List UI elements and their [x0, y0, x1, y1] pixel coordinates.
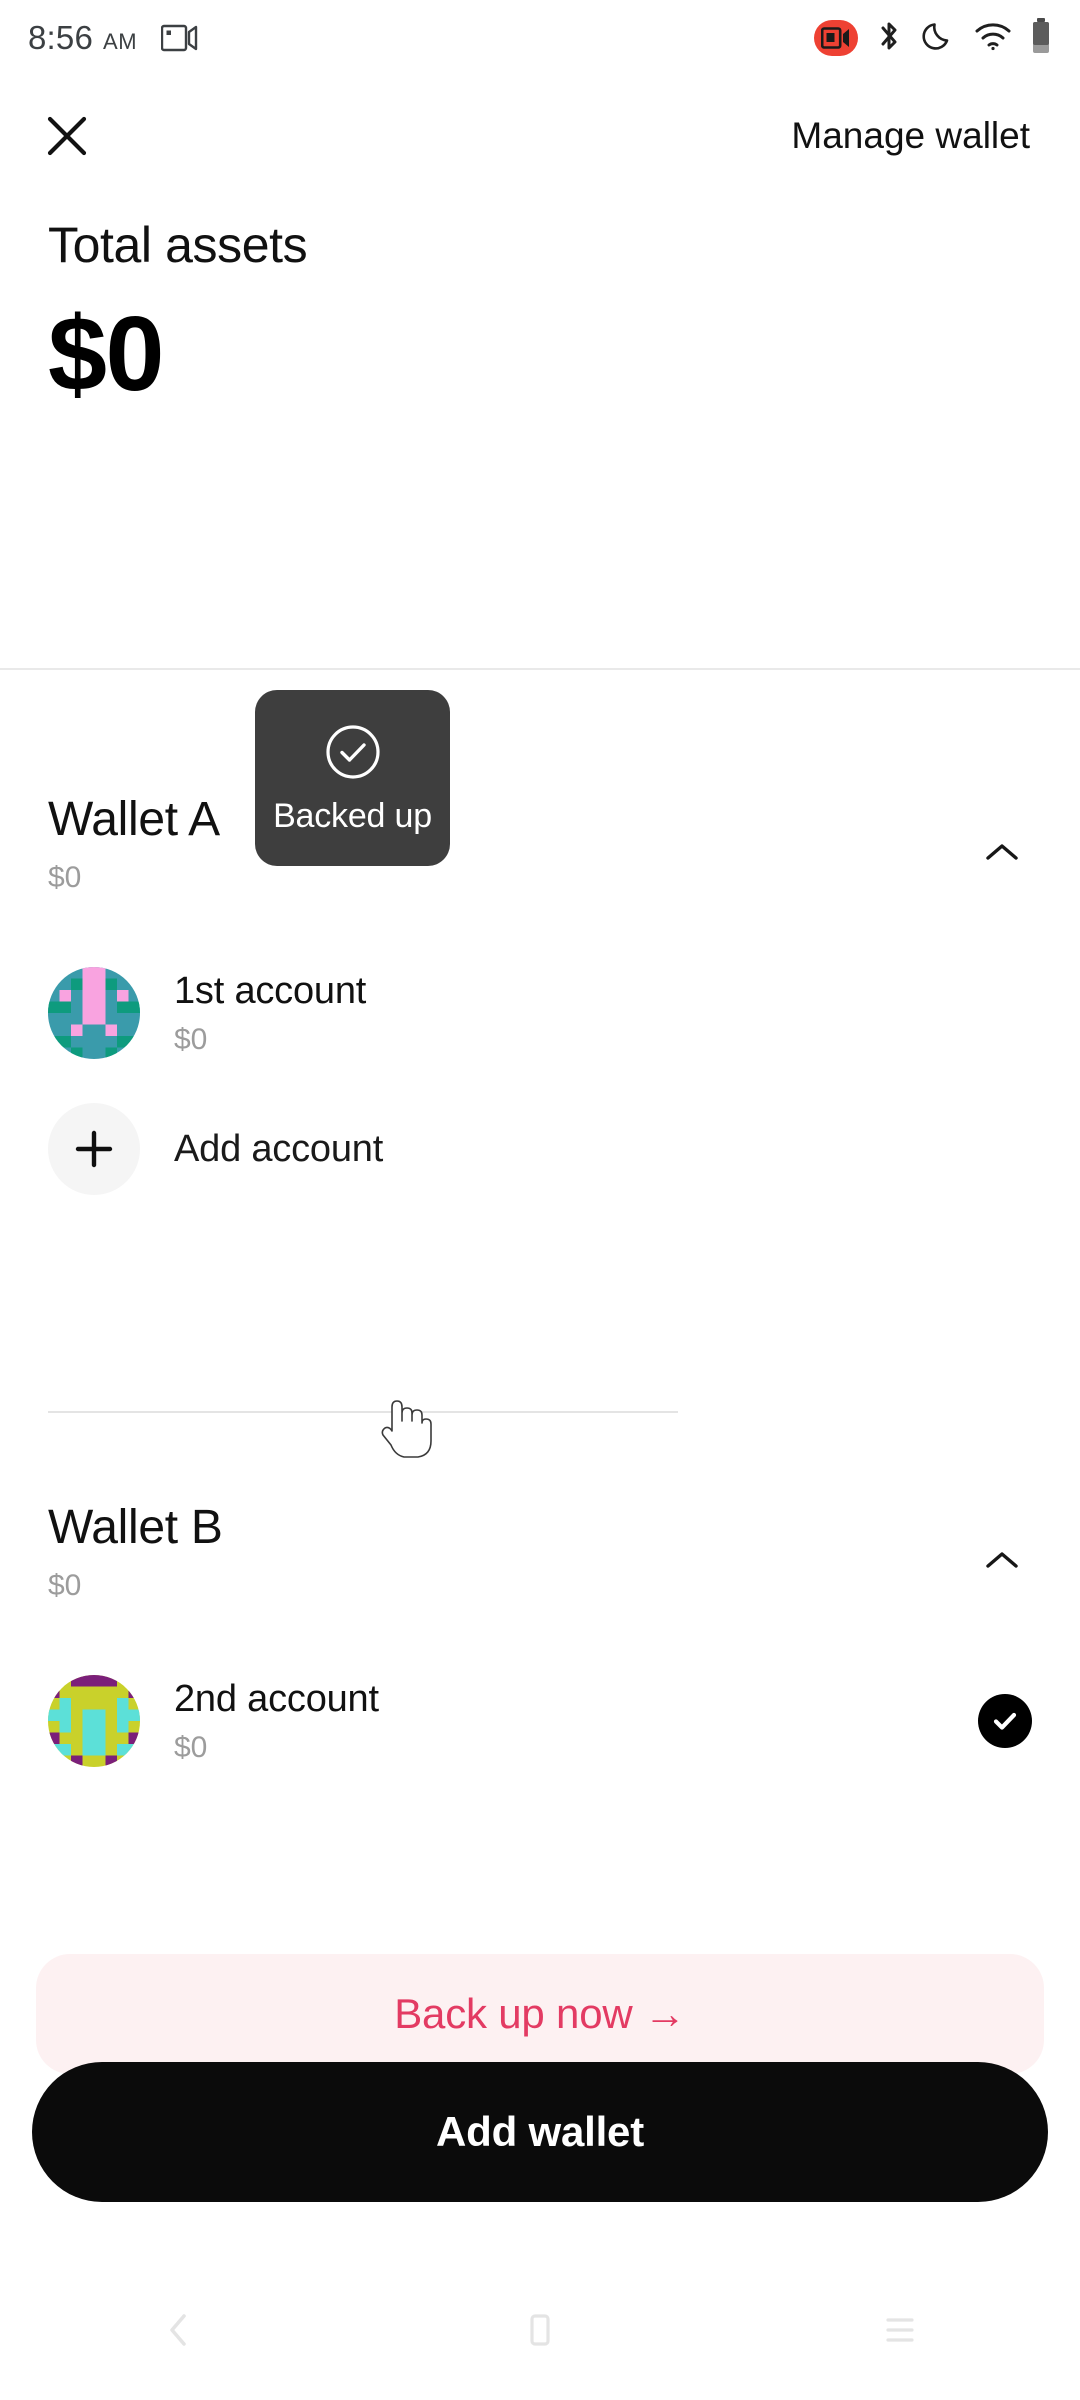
status-bar-clock: 8:56 — [28, 19, 94, 56]
nav-back-icon — [170, 2314, 186, 2346]
cast-icon — [161, 23, 199, 53]
do-not-disturb-icon — [920, 18, 956, 59]
screen-record-icon — [814, 20, 858, 56]
account-row[interactable]: 1st account $0 — [0, 953, 1080, 1073]
add-account-label: Add account — [174, 1127, 384, 1170]
wallet-name-a: Wallet A — [48, 793, 220, 846]
nav-home-icon — [530, 2314, 550, 2346]
account-name: 2nd account — [174, 1677, 379, 1720]
account-name: 1st account — [174, 969, 367, 1012]
wallet-group-a: Wallet A $0 1st account $0 Add account — [0, 792, 1080, 1209]
total-assets-section: Total assets $0 — [0, 196, 1080, 413]
wallet-group-b: Wallet B $0 2nd account $0 — [0, 1500, 1080, 1781]
android-nav-bar — [0, 2260, 1080, 2400]
total-assets-label: Total assets — [48, 217, 308, 273]
status-bar: 8:56 AM — [0, 0, 1080, 76]
wallet-header-b-text: Wallet B $0 — [48, 1500, 972, 1603]
check-circle-outline-icon — [325, 724, 380, 779]
manage-wallet-button[interactable]: Manage wallet — [791, 115, 1048, 157]
status-bar-right — [814, 17, 1052, 60]
bluetooth-icon — [875, 18, 903, 59]
wallet-divider — [48, 1411, 678, 1413]
nav-recents-icon — [886, 2318, 914, 2342]
avatar — [48, 967, 140, 1059]
backup-now-banner[interactable]: Back up now → — [36, 1954, 1044, 2074]
status-bar-meridiem: AM — [103, 29, 138, 54]
check-circle-filled-icon — [993, 1712, 1017, 1730]
add-wallet-button[interactable]: Add wallet — [32, 2062, 1048, 2202]
nav-home-button[interactable] — [480, 2290, 600, 2370]
close-icon — [47, 116, 87, 156]
identicon-teal-pink — [48, 967, 140, 1059]
chevron-up-icon — [986, 844, 1018, 860]
wallet-header-b[interactable]: Wallet B $0 — [0, 1500, 1080, 1603]
chevron-up-icon — [986, 1552, 1018, 1568]
account-amount: $0 — [174, 1022, 208, 1056]
identicon-yellow-cyan-purple — [48, 1675, 140, 1767]
battery-icon — [1030, 17, 1052, 60]
nav-back-button[interactable] — [120, 2290, 240, 2370]
wallet-name-b: Wallet B — [48, 1501, 223, 1554]
account-row[interactable]: 2nd account $0 — [0, 1661, 1080, 1781]
status-bar-left: 8:56 AM — [28, 19, 199, 57]
wallet-header-a[interactable]: Wallet A $0 — [0, 792, 1080, 895]
backup-now-label: Back up now → — [394, 1990, 686, 2037]
wallet-collapse-toggle-a[interactable] — [972, 822, 1032, 882]
backed-up-toast: Backed up — [255, 690, 450, 866]
wallet-amount-b: $0 — [48, 1569, 82, 1602]
section-divider — [0, 668, 1080, 670]
add-account-button[interactable] — [48, 1103, 140, 1195]
backed-up-toast-label: Backed up — [273, 796, 432, 835]
avatar — [48, 1675, 140, 1767]
account-selected-badge — [978, 1694, 1032, 1748]
wifi-icon — [973, 20, 1013, 57]
account-text: 1st account $0 — [174, 970, 1032, 1057]
app-header: Manage wallet — [0, 76, 1080, 196]
add-wallet-label: Add wallet — [435, 2108, 645, 2155]
close-button[interactable] — [32, 101, 102, 171]
mouse-cursor — [378, 1387, 440, 1472]
account-text: 2nd account $0 — [174, 1678, 978, 1765]
account-amount: $0 — [174, 1730, 208, 1764]
plus-icon — [75, 1130, 113, 1168]
wallet-amount-a: $0 — [48, 861, 82, 894]
add-account-row[interactable]: Add account — [0, 1089, 1080, 1209]
nav-recents-button[interactable] — [840, 2290, 960, 2370]
wallet-header-a-text: Wallet A $0 — [48, 792, 972, 895]
total-assets-amount: $0 — [48, 295, 164, 413]
wallet-collapse-toggle-b[interactable] — [972, 1530, 1032, 1590]
